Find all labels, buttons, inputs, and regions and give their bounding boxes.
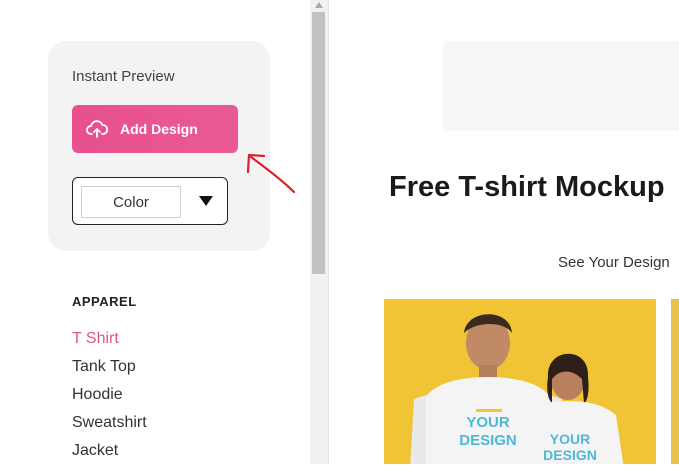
category-item-t-shirt[interactable]: T Shirt bbox=[72, 329, 147, 357]
instant-preview-title: Instant Preview bbox=[72, 68, 175, 85]
tshirt-mockup-image-2[interactable] bbox=[671, 299, 679, 464]
page-subtitle: See Your Design bbox=[558, 254, 670, 271]
sidebar: Instant Preview Add Design Color APPAREL… bbox=[0, 0, 310, 464]
svg-text:YOUR: YOUR bbox=[466, 414, 510, 431]
triangle-down-icon[interactable] bbox=[199, 196, 213, 206]
annotation-arrow-icon bbox=[246, 153, 296, 194]
category-list: T Shirt Tank Top Hoodie Sweatshirt Jacke… bbox=[72, 329, 147, 469]
page-title: Free T-shirt Mockup bbox=[389, 171, 665, 203]
color-select[interactable]: Color bbox=[72, 177, 228, 225]
category-item-hoodie[interactable]: Hoodie bbox=[72, 385, 147, 413]
main-content: Free T-shirt Mockup See Your Design YOUR… bbox=[329, 0, 679, 464]
sidebar-scrollbar[interactable] bbox=[310, 0, 329, 464]
category-item-tank-top[interactable]: Tank Top bbox=[72, 357, 147, 385]
cloud-upload-icon bbox=[86, 118, 108, 140]
add-design-label: Add Design bbox=[120, 121, 198, 137]
svg-text:DESIGN: DESIGN bbox=[543, 447, 597, 463]
color-value[interactable]: Color bbox=[81, 186, 181, 218]
svg-text:YOUR: YOUR bbox=[550, 431, 590, 447]
category-item-jacket[interactable]: Jacket bbox=[72, 441, 147, 469]
scroll-up-icon[interactable] bbox=[315, 2, 323, 8]
category-heading: APPAREL bbox=[72, 294, 137, 309]
scroll-thumb[interactable] bbox=[312, 12, 325, 274]
banner-placeholder bbox=[443, 41, 679, 131]
tshirt-mockup-image[interactable]: YOUR DESIGN YOUR DESIGN bbox=[384, 299, 656, 464]
add-design-button[interactable]: Add Design bbox=[72, 105, 238, 153]
svg-text:DESIGN: DESIGN bbox=[459, 432, 517, 449]
category-item-sweatshirt[interactable]: Sweatshirt bbox=[72, 413, 147, 441]
